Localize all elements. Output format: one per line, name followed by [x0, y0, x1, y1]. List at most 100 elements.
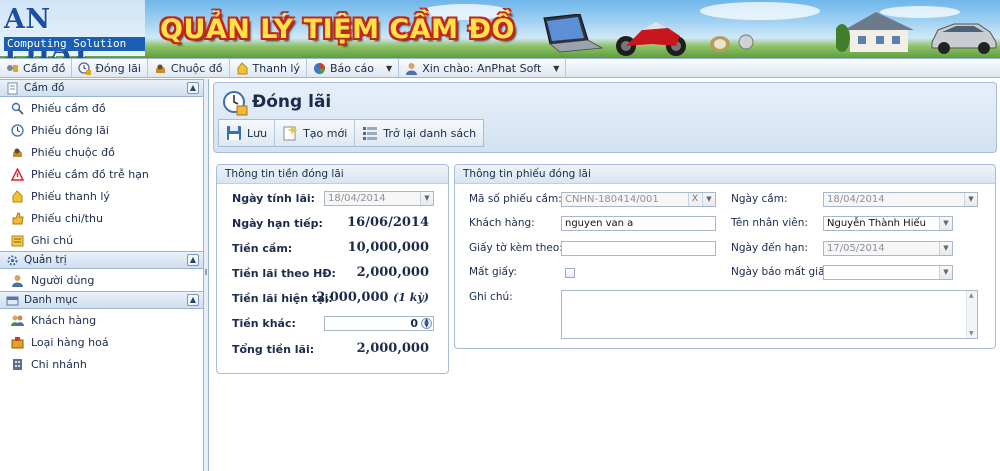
sidebar-item-label: Phiếu cầm đồ: [31, 101, 106, 115]
dropdown-arrow-icon[interactable]: ▼: [702, 193, 715, 206]
sidebar-item-phieu-tre-han[interactable]: Phiếu cầm đồ trễ hạn: [0, 163, 203, 185]
house-illustration: [836, 12, 914, 52]
tien-cam-label: Tiền cầm:: [232, 242, 293, 255]
sidebar-item-label: Phiếu cầm đồ trễ hạn: [31, 167, 149, 181]
save-button-label: Lưu: [247, 126, 268, 140]
list-icon: [362, 125, 378, 141]
menu-user-account[interactable]: Xin chào: AnPhat Soft ▼: [399, 59, 567, 77]
back-button-label: Trở lại danh sách: [383, 126, 477, 140]
sidebar-section-cam-do[interactable]: Cầm đồ ▲: [0, 79, 203, 97]
search-document-icon: [11, 102, 24, 115]
ngay-tinh-lai-datepicker[interactable]: 18/04/2014 ▼: [324, 191, 434, 206]
chevron-down-icon: ▼: [386, 63, 393, 73]
tien-khac-value: 0: [410, 317, 418, 330]
new-button[interactable]: Tạo mới: [275, 120, 356, 146]
company-logo: AN PHAT Computing Solution: [0, 0, 145, 58]
floppy-disk-icon: [226, 125, 242, 141]
dropdown-arrow-icon[interactable]: ▼: [420, 192, 433, 205]
main-content: Đóng lãi Lưu Tạo mới Trở lại danh sách T…: [210, 79, 1000, 471]
giay-to-kem-theo-input[interactable]: [561, 241, 716, 256]
sidebar-section-quan-tri[interactable]: Quản trị ▲: [0, 251, 203, 269]
spin-up-down-icon[interactable]: ▲ ▼: [421, 318, 432, 329]
collapse-icon[interactable]: ▲: [187, 294, 199, 306]
sidebar-section-danh-muc[interactable]: Danh mục ▲: [0, 291, 203, 309]
clock-icon: [11, 123, 24, 137]
app-title: QUẢN LÝ TIỆM CẦM ĐỒ: [160, 14, 515, 45]
menu-label: Báo cáo: [329, 61, 375, 75]
sidebar-item-label: Ghi chú: [31, 233, 74, 247]
collapse-icon[interactable]: ▲: [187, 82, 199, 94]
collapse-icon[interactable]: ▲: [187, 254, 199, 266]
chevron-down-icon: ▼: [553, 63, 560, 73]
warning-icon: [10, 166, 25, 181]
dropdown-arrow-icon[interactable]: ▼: [939, 217, 952, 230]
tien-cam-value: 10,000,000: [347, 240, 429, 255]
sidebar-item-loai-hang-hoa[interactable]: Loại hàng hoá: [0, 331, 203, 353]
sidebar: Cầm đồ ▲ Phiếu cầm đồ Phiếu đóng lãi Phi…: [0, 79, 204, 471]
sidebar-item-ghi-chu[interactable]: Ghi chú: [0, 229, 203, 251]
menu-cam-do[interactable]: Cầm đồ: [0, 59, 73, 77]
menu-thanh-ly[interactable]: Thanh lý: [230, 59, 307, 77]
khach-hang-input[interactable]: nguyen van a: [561, 216, 716, 231]
sidebar-item-label: Phiếu đóng lãi: [31, 123, 109, 137]
document-icon: [6, 82, 19, 95]
ghi-chu-textarea[interactable]: ▲ ▼: [561, 290, 978, 339]
tien-khac-spinner[interactable]: 0 ▲ ▼: [324, 316, 434, 331]
ngay-den-han-datepicker[interactable]: 17/05/2014 ▼: [823, 241, 953, 256]
dropdown-arrow-icon[interactable]: ▼: [939, 266, 952, 279]
tien-khac-label: Tiền khác:: [232, 317, 296, 330]
new-button-label: Tạo mới: [303, 126, 348, 140]
sidebar-item-label: Phiếu chi/thu: [31, 211, 103, 225]
liquidate-icon: [236, 61, 249, 75]
back-to-list-button[interactable]: Trở lại danh sách: [355, 120, 483, 146]
ngay-cam-datepicker[interactable]: 18/04/2014 ▼: [823, 192, 978, 207]
sidebar-item-phieu-thanh-ly[interactable]: Phiếu thanh lý: [0, 185, 203, 207]
pawn-icon: [6, 62, 19, 75]
user-icon: [405, 62, 418, 75]
sidebar-item-phieu-chi-thu[interactable]: Phiếu chi/thu: [0, 207, 203, 229]
sidebar-item-phieu-chuoc-do[interactable]: Phiếu chuộc đồ: [0, 141, 203, 163]
ma-so-phieu-cam-value: CNHN-180414/001: [565, 194, 659, 205]
building-icon: [11, 358, 24, 371]
interest-info-panel: Thông tin tiền đóng lãi Ngày tính lãi: 1…: [216, 164, 449, 374]
car-illustration: [931, 23, 997, 54]
sidebar-splitter[interactable]: [204, 79, 209, 471]
cloud-decoration: [700, 2, 820, 20]
scroll-down-icon[interactable]: ▼: [969, 330, 974, 337]
dropdown-arrow-icon[interactable]: ▼: [939, 242, 952, 255]
thumbs-up-icon: [11, 211, 24, 225]
note-icon: [11, 234, 24, 247]
sidebar-item-label: Phiếu chuộc đồ: [31, 145, 115, 159]
sidebar-section-title: Danh mục: [24, 294, 78, 306]
clock-money-icon: [78, 61, 92, 75]
ma-so-phieu-cam-combo[interactable]: CNHN-180414/001 X ▼: [561, 192, 716, 207]
sidebar-item-chi-nhanh[interactable]: Chi nhánh: [0, 353, 203, 375]
dropdown-arrow-icon[interactable]: ▼: [964, 193, 977, 206]
category-icon: [6, 294, 19, 307]
motorbike-illustration: [616, 22, 686, 56]
sidebar-item-phieu-cam-do[interactable]: Phiếu cầm đồ: [0, 97, 203, 119]
ten-nhan-vien-select[interactable]: Nguyễn Thành Hiếu ▼: [823, 216, 953, 231]
ngay-cam-label: Ngày cầm:: [731, 193, 788, 205]
page-title: Đóng lãi: [252, 92, 332, 112]
sidebar-item-khach-hang[interactable]: Khách hàng: [0, 309, 203, 331]
ten-nhan-vien-label: Tên nhân viên:: [731, 217, 808, 229]
mat-giay-checkbox[interactable]: [565, 268, 575, 278]
save-button[interactable]: Lưu: [219, 120, 276, 146]
sidebar-section-title: Cầm đồ: [24, 82, 65, 94]
menu-chuoc-do[interactable]: Chuộc đồ: [148, 59, 230, 77]
ngay-cam-value: 18/04/2014: [827, 194, 885, 205]
textarea-scrollbar[interactable]: ▲ ▼: [966, 291, 977, 338]
scroll-up-icon[interactable]: ▲: [969, 292, 974, 299]
menu-label: Xin chào: AnPhat Soft: [422, 61, 542, 75]
menu-bao-cao[interactable]: Báo cáo ▼: [307, 59, 400, 77]
menu-dong-lai[interactable]: Đóng lãi: [72, 59, 148, 77]
ngay-han-tiep-label: Ngày hạn tiếp:: [232, 217, 323, 230]
sidebar-item-phieu-dong-lai[interactable]: Phiếu đóng lãi: [0, 119, 203, 141]
sidebar-item-label: Khách hàng: [31, 313, 97, 327]
ngay-bao-mat-giay-datepicker[interactable]: ▼: [823, 265, 953, 280]
clear-icon[interactable]: X: [688, 193, 701, 206]
toolbar: Lưu Tạo mới Trở lại danh sách: [218, 119, 485, 147]
ngay-tinh-lai-value: 18/04/2014: [328, 193, 386, 204]
sidebar-item-nguoi-dung[interactable]: Người dùng: [0, 269, 203, 291]
